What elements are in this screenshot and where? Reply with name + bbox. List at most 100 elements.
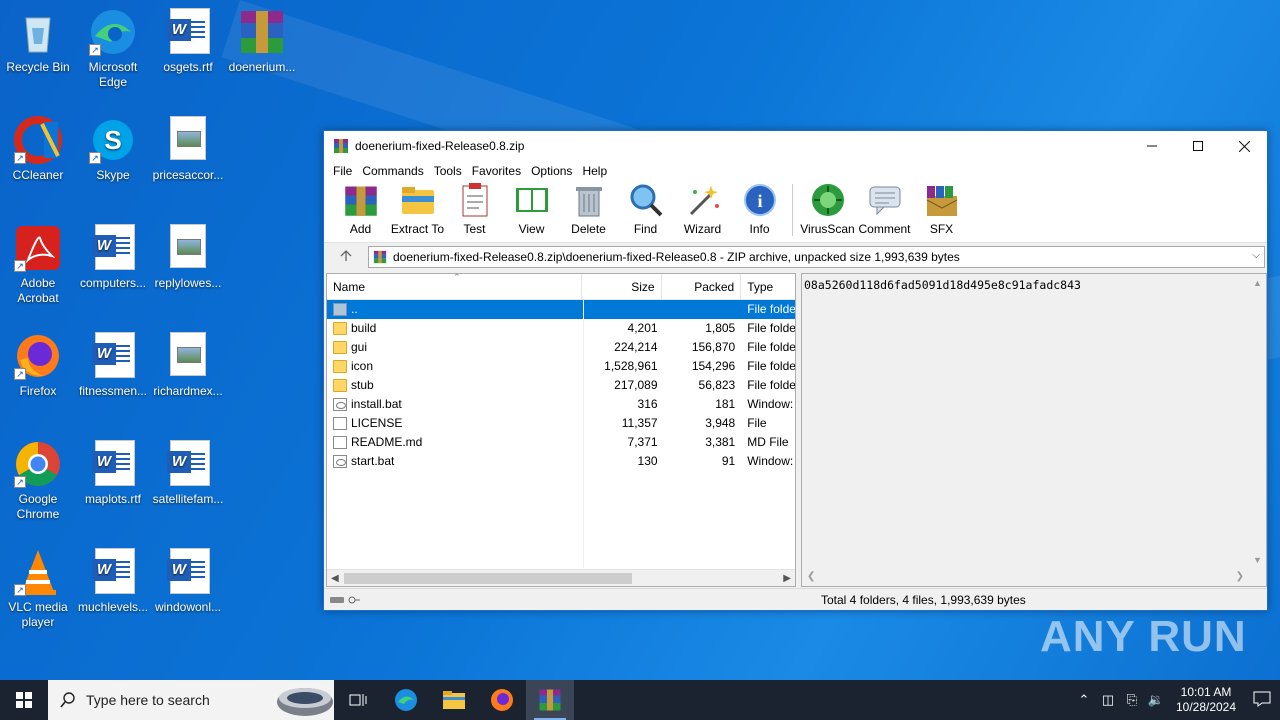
minimize-button[interactable] [1129,131,1175,161]
archive-comment[interactable]: 08a5260d118d6fad5091d18d495e8c91afadc843 [802,274,1266,296]
table-row[interactable]: install.bat 316 181 Window: [327,395,795,414]
menu-tools[interactable]: Tools [429,164,467,178]
comment-horizontal-scrollbar[interactable]: ❮ ❯ [802,569,1249,586]
horizontal-scrollbar[interactable]: ◀ ▶ [327,569,795,586]
file-name: install.bat [351,397,402,411]
taskbar-winrar[interactable] [526,680,574,720]
cell-name: gui [327,338,582,357]
desktop-icon[interactable]: ↗ Firefox [0,332,76,399]
wizard-button[interactable]: Wizard [674,182,731,242]
folder-icon [333,379,347,392]
cell-packed: 181 [715,397,736,411]
volume-icon[interactable]: 🔉 [1144,692,1168,708]
column-header-size[interactable]: Size [582,274,662,299]
vlc-icon: ↗ [14,548,62,596]
desktop-icon[interactable]: Wmaplots.rtf [75,440,151,507]
desktop-icon[interactable]: pricesaccor... [150,116,226,183]
sfx-button[interactable]: SFX [913,182,970,242]
scroll-right-icon[interactable]: ❯ [1236,571,1244,582]
notification-button[interactable] [1244,691,1280,710]
desktop-icon[interactable]: Wwindowonl... [150,548,226,615]
desktop-icon[interactable]: Wcomputers... [75,224,151,291]
desktop-icon[interactable]: richardmex... [150,332,226,399]
up-arrow-button[interactable] [324,249,368,265]
taskbar: Type here to search ⌃ ◫ ⎘ 🔉 10:01 AM 10/… [0,680,1280,720]
vertical-scrollbar[interactable]: ▲ ▼ [1249,274,1266,569]
magnifier-icon [628,182,664,218]
title-bar[interactable]: doenerium-fixed-Release0.8.zip [324,131,1267,161]
desktop-icon[interactable]: Wosgets.rtf [150,8,226,75]
table-row[interactable]: gui 224,214 156,870 File folde [327,338,795,357]
scroll-thumb[interactable] [344,573,632,584]
desktop-icon[interactable]: S ↗ Skype [75,116,151,183]
table-row[interactable]: stub 217,089 56,823 File folde [327,376,795,395]
table-row[interactable]: icon 1,528,961 154,296 File folde [327,357,795,376]
comment-button[interactable]: Comment [856,182,913,242]
desktop-icon[interactable]: replylowes... [150,224,226,291]
menu-options[interactable]: Options [526,164,577,178]
word-doc-icon: W [164,8,212,56]
desktop-icon[interactable]: ↗ Microsoft Edge [75,8,151,90]
column-header-packed[interactable]: Packed [662,274,742,299]
chevron-up-icon[interactable]: ⌃ [1072,692,1096,708]
extract-to-button[interactable]: Extract To [389,182,446,242]
maximize-button[interactable] [1175,131,1221,161]
desktop-icon-label: CCleaner [12,168,64,182]
taskbar-file-explorer[interactable] [430,680,478,720]
cell-size: 130 [637,454,658,468]
word-doc-icon: W [89,332,137,380]
desktop-icon[interactable]: ↗ CCleaner [0,116,76,183]
file-icon [333,436,347,449]
column-header-type[interactable]: Type [741,274,795,299]
menu-file[interactable]: File [328,164,357,178]
table-row[interactable]: start.bat 130 91 Window: [327,452,795,471]
scroll-right-icon[interactable]: ▶ [783,570,791,587]
scroll-left-icon[interactable]: ❮ [807,571,815,582]
cell-packed: 3,381 [705,435,736,449]
virusscan-button[interactable]: VirusScan [799,182,856,242]
chevron-down-icon[interactable]: ⌵ [1252,250,1260,261]
clock[interactable]: 10:01 AM 10/28/2024 [1168,685,1244,715]
desktop-icon[interactable]: Wmuchlevels... [75,548,151,615]
meet-now-icon[interactable]: ◫ [1096,692,1120,708]
find-button[interactable]: Find [617,182,674,242]
menu-commands[interactable]: Commands [357,164,428,178]
table-row[interactable]: build 4,201 1,805 File folde [327,319,795,338]
info-button[interactable]: i Info [731,182,788,242]
desktop-icon-label: Recycle Bin [6,60,70,74]
view-button[interactable]: View [503,182,560,242]
table-row[interactable]: README.md 7,371 3,381 MD File [327,433,795,452]
desktop-icon[interactable]: ↗ VLC media player [0,548,76,630]
table-row[interactable]: LICENSE 11,357 3,948 File [327,414,795,433]
menu-help[interactable]: Help [577,164,612,178]
desktop-icon[interactable]: Recycle Bin [0,8,76,75]
desktop-icon[interactable]: ↗ Google Chrome [0,440,76,522]
desktop-icon[interactable]: Wfitnessmen... [75,332,151,399]
file-name: .. [351,302,358,316]
add-button[interactable]: Add [332,182,389,242]
shortcut-arrow-icon: ↗ [89,152,101,164]
recycle-bin-icon [14,8,62,56]
close-button[interactable] [1221,131,1267,161]
scroll-down-icon[interactable]: ▼ [1249,555,1266,565]
network-icon[interactable]: ⎘ [1120,692,1144,708]
start-button[interactable] [0,680,48,720]
scroll-left-icon[interactable]: ◀ [331,570,339,587]
test-button[interactable]: Test [446,182,503,242]
table-row[interactable]: .. File folde [327,300,795,319]
delete-button[interactable]: Delete [560,182,617,242]
task-view-button[interactable] [334,680,382,720]
address-path-field[interactable]: doenerium-fixed-Release0.8.zip\doenerium… [368,246,1265,268]
menu-favorites[interactable]: Favorites [467,164,526,178]
desktop-icon[interactable]: ↗ Adobe Acrobat [0,224,76,306]
skype-icon: S ↗ [89,116,137,164]
desktop-icon[interactable]: Wsatellitefam... [150,440,226,507]
taskbar-search-box[interactable]: Type here to search [48,680,334,720]
desktop-icon[interactable]: doenerium... [224,8,300,75]
desktop-icon-label: muchlevels... [77,600,149,614]
file-name: LICENSE [351,416,403,430]
taskbar-edge[interactable] [382,680,430,720]
scroll-up-icon[interactable]: ▲ [1249,278,1266,288]
taskbar-firefox[interactable] [478,680,526,720]
anyrun-watermark: ANY RUN [1040,612,1247,661]
